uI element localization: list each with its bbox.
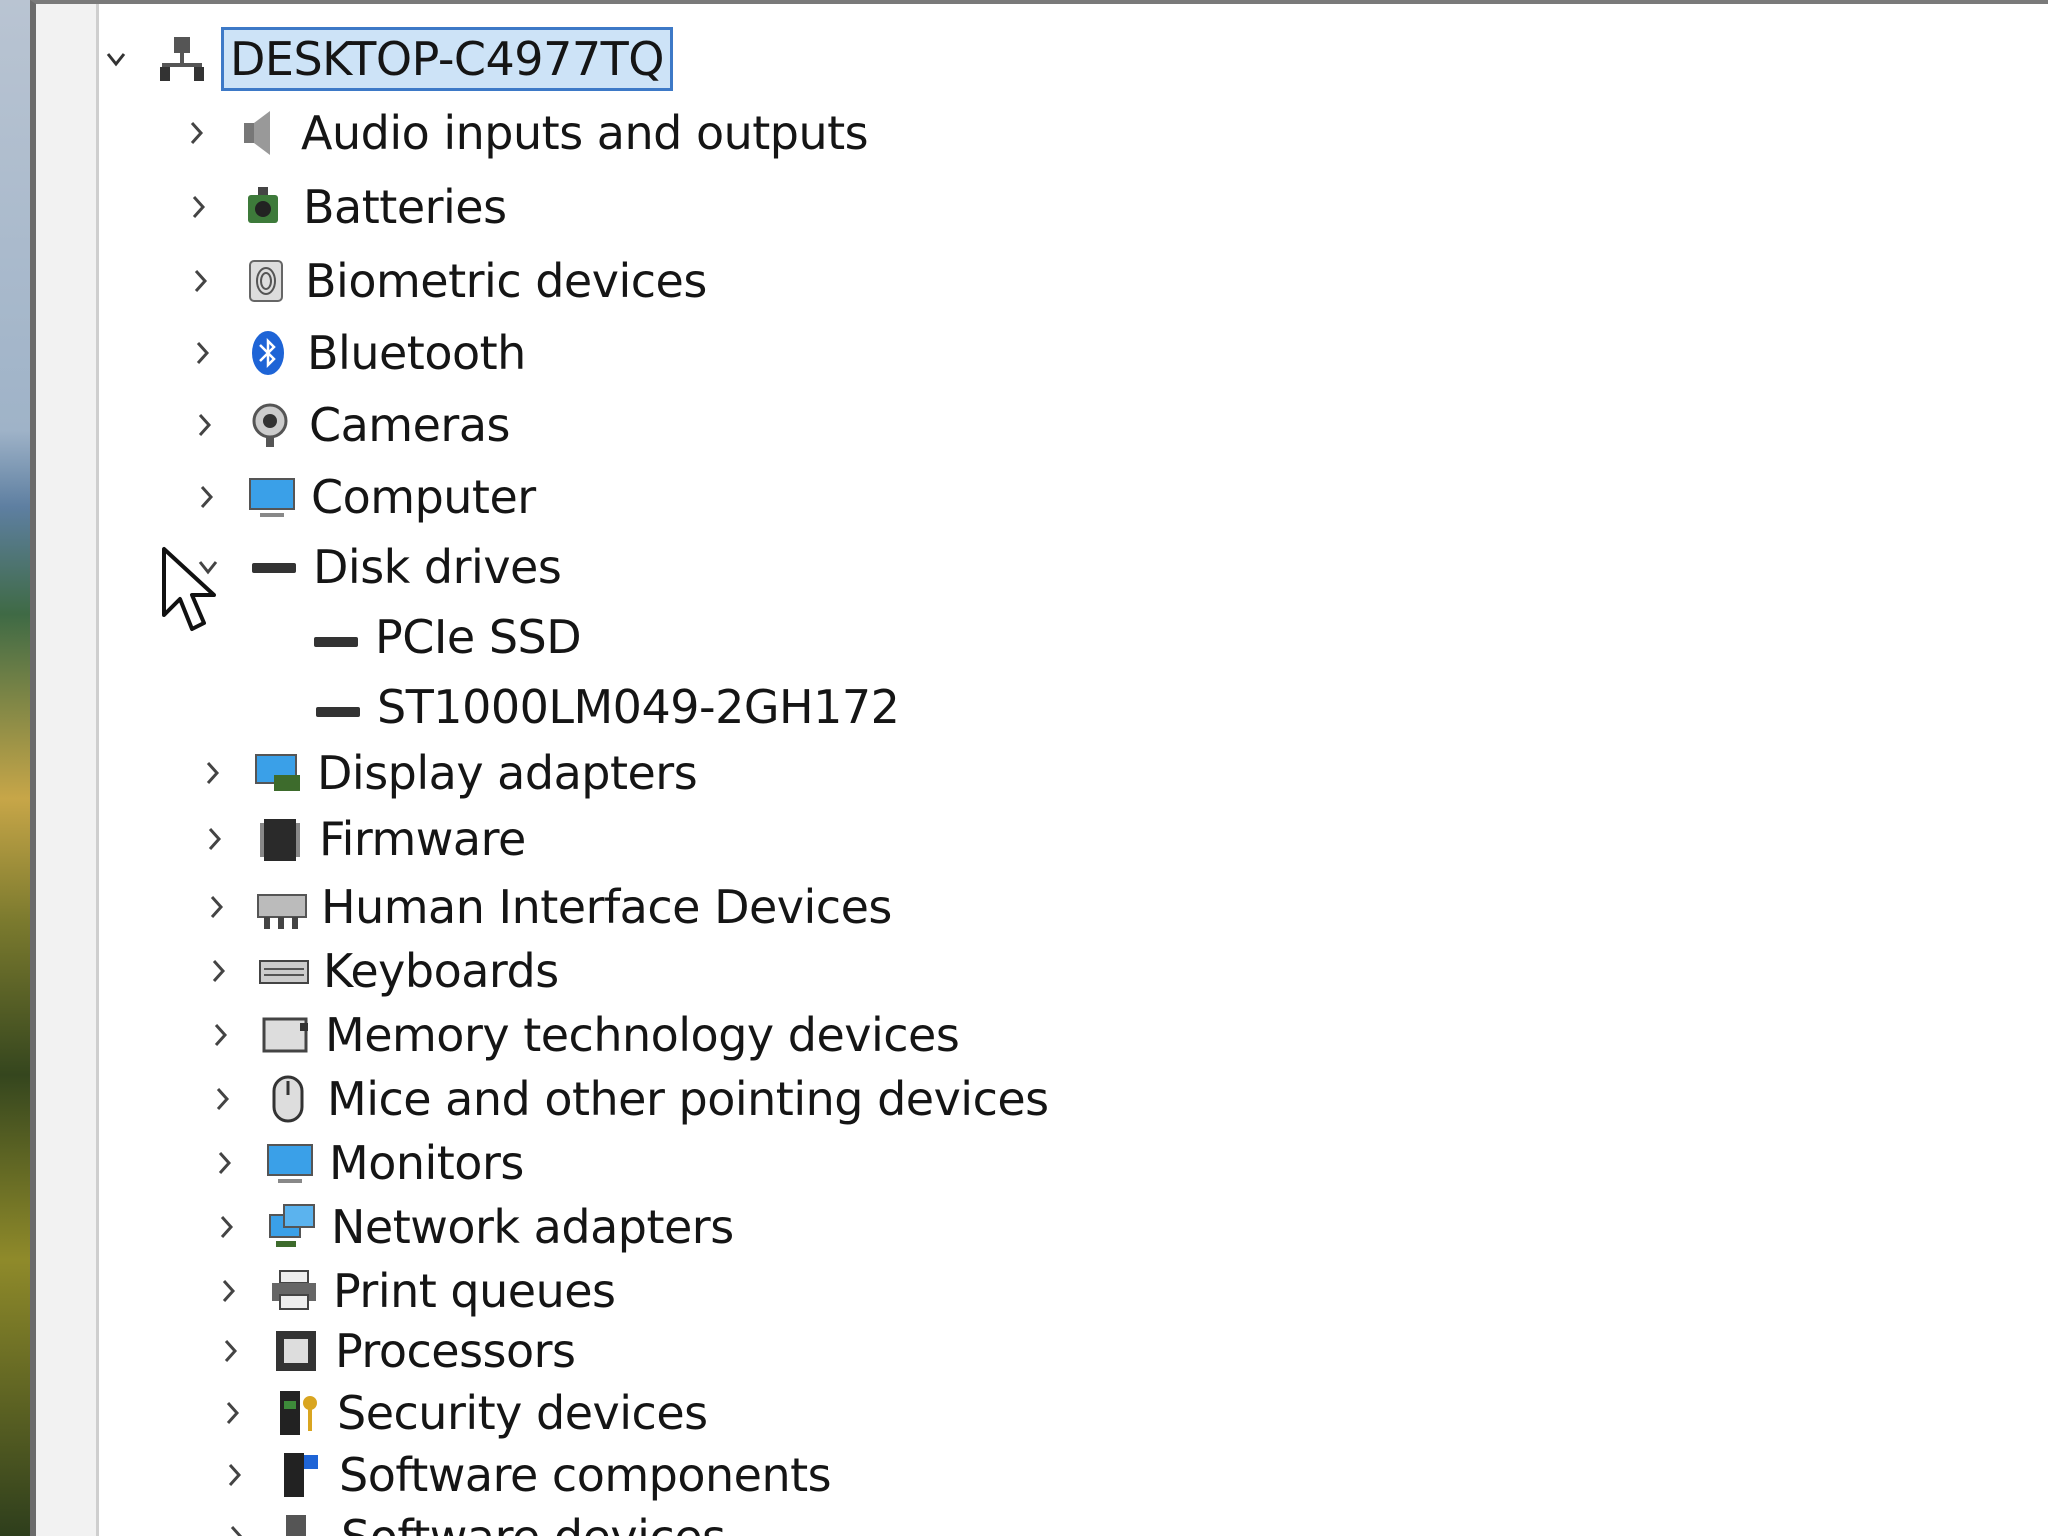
bluetooth-icon xyxy=(241,326,295,380)
chevron-right-icon[interactable] xyxy=(219,1517,253,1536)
tree-item-network-adapters[interactable]: Network adapters xyxy=(209,1194,734,1260)
display-adapter-icon xyxy=(251,746,305,800)
chevron-right-icon[interactable] xyxy=(187,405,221,445)
chevron-right-icon[interactable] xyxy=(195,753,229,793)
monitor-icon xyxy=(245,470,299,524)
category-label: Bluetooth xyxy=(307,326,526,380)
fingerprint-icon xyxy=(239,254,293,308)
chevron-right-icon[interactable] xyxy=(199,887,233,927)
device-label: PCIe SSD xyxy=(375,610,582,664)
chevron-right-icon[interactable] xyxy=(181,187,215,227)
category-label: Batteries xyxy=(303,180,507,234)
device-tree: DESKTOP-C4977TQ Audio inputs and outputs… xyxy=(99,4,2048,1536)
chevron-right-icon[interactable] xyxy=(183,261,217,301)
chevron-right-icon[interactable] xyxy=(185,333,219,373)
chevron-right-icon[interactable] xyxy=(215,1393,249,1433)
battery-icon xyxy=(237,180,291,234)
category-label: Network adapters xyxy=(331,1200,734,1254)
tree-item-security-devices[interactable]: Security devices xyxy=(215,1380,708,1446)
category-label: Audio inputs and outputs xyxy=(301,106,869,160)
software-device-icon xyxy=(275,1510,329,1536)
chevron-right-icon[interactable] xyxy=(203,1015,237,1055)
hid-icon xyxy=(255,880,309,934)
chevron-right-icon[interactable] xyxy=(213,1331,247,1371)
firmware-chip-icon xyxy=(253,812,307,866)
keyboard-icon xyxy=(257,944,311,998)
mouse-pointer-icon xyxy=(162,547,216,631)
memory-card-icon xyxy=(259,1008,313,1062)
chevron-down-icon[interactable] xyxy=(99,39,133,79)
category-label: Biometric devices xyxy=(305,254,707,308)
computer-network-icon xyxy=(155,32,209,86)
tree-child-pcie-ssd[interactable]: PCIe SSD xyxy=(309,604,582,670)
category-label: Security devices xyxy=(337,1386,708,1440)
category-label: Human Interface Devices xyxy=(321,880,892,934)
speaker-icon xyxy=(235,106,289,160)
tree-item-hid[interactable]: Human Interface Devices xyxy=(199,874,892,940)
tree-root[interactable]: DESKTOP-C4977TQ xyxy=(99,26,673,92)
tree-item-bluetooth[interactable]: Bluetooth xyxy=(185,320,526,386)
chevron-right-icon[interactable] xyxy=(189,477,223,517)
tree-item-computer[interactable]: Computer xyxy=(189,464,536,530)
category-label: Display adapters xyxy=(317,746,698,800)
tree-item-firmware[interactable]: Firmware xyxy=(197,806,526,872)
chevron-right-icon[interactable] xyxy=(201,951,235,991)
mouse-icon xyxy=(261,1072,315,1126)
device-tree-panel: DESKTOP-C4977TQ Audio inputs and outputs… xyxy=(96,4,2048,1536)
chevron-right-icon[interactable] xyxy=(211,1271,245,1311)
category-label: Software devices xyxy=(341,1510,726,1536)
category-label: Mice and other pointing devices xyxy=(327,1072,1049,1126)
device-manager-window: DESKTOP-C4977TQ Audio inputs and outputs… xyxy=(30,0,2048,1536)
category-label: Cameras xyxy=(309,398,510,452)
chevron-right-icon[interactable] xyxy=(207,1143,241,1183)
tree-item-monitors[interactable]: Monitors xyxy=(207,1130,524,1196)
tree-item-display-adapters[interactable]: Display adapters xyxy=(195,740,698,806)
tree-item-keyboards[interactable]: Keyboards xyxy=(201,938,559,1004)
tree-item-disk-drives[interactable]: Disk drives xyxy=(191,534,562,600)
category-label: Firmware xyxy=(319,812,526,866)
webcam-icon xyxy=(243,398,297,452)
tree-item-audio[interactable]: Audio inputs and outputs xyxy=(179,100,869,166)
tree-item-software-devices[interactable]: Software devices xyxy=(219,1504,726,1536)
disk-drive-icon xyxy=(309,610,363,664)
category-label: Processors xyxy=(335,1324,576,1378)
tree-item-memory-tech[interactable]: Memory technology devices xyxy=(203,1002,960,1068)
chevron-right-icon[interactable] xyxy=(179,113,213,153)
network-adapter-icon xyxy=(265,1200,319,1254)
tree-item-processors[interactable]: Processors xyxy=(213,1318,576,1384)
tree-child-st1000lm049[interactable]: ST1000LM049-2GH172 xyxy=(311,674,900,740)
tree-item-biometric[interactable]: Biometric devices xyxy=(183,248,707,314)
software-component-icon xyxy=(273,1448,327,1502)
chevron-right-icon[interactable] xyxy=(209,1207,243,1247)
chevron-right-icon[interactable] xyxy=(205,1079,239,1119)
category-label: Memory technology devices xyxy=(325,1008,960,1062)
disk-drive-icon xyxy=(247,540,301,594)
category-label: Software components xyxy=(339,1448,832,1502)
tree-item-batteries[interactable]: Batteries xyxy=(181,174,507,240)
device-label: ST1000LM049-2GH172 xyxy=(377,680,900,734)
printer-icon xyxy=(267,1264,321,1318)
chevron-right-icon[interactable] xyxy=(217,1455,251,1495)
tree-item-mice[interactable]: Mice and other pointing devices xyxy=(205,1066,1049,1132)
tree-item-print-queues[interactable]: Print queues xyxy=(211,1258,616,1324)
category-label: Monitors xyxy=(329,1136,524,1190)
category-label: Computer xyxy=(311,470,536,524)
tree-item-cameras[interactable]: Cameras xyxy=(187,392,510,458)
security-key-icon xyxy=(271,1386,325,1440)
processor-icon xyxy=(269,1324,323,1378)
tree-item-software-components[interactable]: Software components xyxy=(217,1442,832,1508)
category-label: Keyboards xyxy=(323,944,559,998)
monitor-icon xyxy=(263,1136,317,1190)
category-label: Disk drives xyxy=(313,540,562,594)
root-label: DESKTOP-C4977TQ xyxy=(221,27,673,91)
chevron-right-icon[interactable] xyxy=(197,819,231,859)
category-label: Print queues xyxy=(333,1264,616,1318)
disk-drive-icon xyxy=(311,680,365,734)
